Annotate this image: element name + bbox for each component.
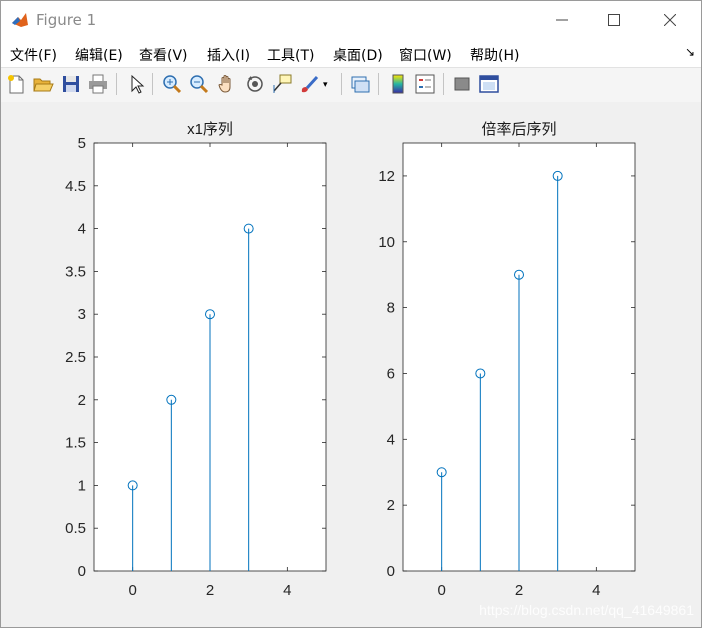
menu-insert[interactable]: 插入(I) — [207, 45, 250, 65]
figure-canvas: x1序列 0 0.5 1 1.5 2 2.5 3 3.5 4 4.5 5 0 2 4 倍率后序列 0 2 4 6 8 10… — [1, 102, 701, 627]
menu-dock-arrow-icon[interactable]: ↘ — [685, 45, 695, 59]
menu-view[interactable]: 查看(V) — [139, 45, 188, 65]
window-title: Figure 1 — [36, 11, 97, 29]
menu-window[interactable]: 窗口(W) — [399, 45, 452, 65]
new-figure-icon[interactable] — [5, 73, 27, 95]
menu-desktop[interactable]: 桌面(D) — [333, 45, 383, 65]
x-tick-label: 0 — [437, 582, 445, 599]
data-cursor-icon[interactable] — [271, 73, 293, 95]
select-arrow-icon[interactable] — [125, 73, 147, 95]
watermark: https://blog.csdn.net/qq_41649861 — [479, 602, 694, 618]
toolbar-separator — [116, 73, 117, 95]
menu-bar: 文件(F) 编辑(E) 查看(V) 插入(I) 工具(T) 桌面(D) 窗口(W… — [1, 39, 701, 67]
y-tick-label: 4 — [387, 431, 395, 448]
y-tick-label: 0.5 — [65, 520, 86, 537]
axes-2-title: 倍率后序列 — [481, 121, 556, 138]
y-tick-label: 3 — [78, 306, 86, 323]
y-tick-label: 6 — [387, 365, 395, 382]
matlab-logo-icon — [11, 11, 29, 29]
menu-tools[interactable]: 工具(T) — [267, 45, 314, 65]
pan-hand-icon[interactable] — [216, 73, 238, 95]
close-icon — [664, 14, 676, 26]
brush-icon[interactable] — [298, 73, 320, 95]
show-plot-tools-icon[interactable] — [478, 73, 500, 95]
y-tick-label: 5 — [78, 135, 86, 152]
y-tick-label: 2.5 — [65, 349, 86, 366]
y-tick-label: 12 — [378, 168, 395, 185]
x-tick-label: 4 — [283, 582, 291, 599]
colorbar-icon[interactable] — [387, 73, 409, 95]
x-tick-label: 0 — [128, 582, 136, 599]
menu-edit[interactable]: 编辑(E) — [75, 45, 123, 65]
menu-file[interactable]: 文件(F) — [10, 45, 57, 65]
plots-svg: x1序列 0 0.5 1 1.5 2 2.5 3 3.5 4 4.5 5 0 2 4 倍率后序列 0 2 4 6 8 10… — [65, 121, 636, 599]
maximize-button[interactable] — [591, 1, 637, 39]
x-tick-label: 2 — [206, 582, 214, 599]
zoom-in-icon[interactable] — [161, 73, 183, 95]
y-tick-label: 0 — [78, 563, 86, 580]
x-tick-label: 4 — [592, 582, 600, 599]
toolbar-separator — [378, 73, 379, 95]
legend-icon[interactable] — [414, 73, 436, 95]
title-bar[interactable]: Figure 1 — [1, 1, 701, 39]
toolbar-separator — [341, 73, 342, 95]
toolbar-separator — [152, 73, 153, 95]
minimize-button[interactable] — [539, 1, 585, 39]
print-icon[interactable] — [87, 73, 109, 95]
y-tick-label: 0 — [387, 563, 395, 580]
y-tick-label: 10 — [378, 234, 395, 251]
maximize-icon — [608, 14, 620, 26]
y-tick-label: 8 — [387, 300, 395, 317]
y-tick-label: 2 — [387, 497, 395, 514]
brush-dropdown-icon[interactable]: ▾ — [323, 80, 335, 102]
figure-toolbar: ▾ — [1, 67, 701, 103]
y-tick-label: 1 — [78, 477, 86, 494]
zoom-out-icon[interactable] — [188, 73, 210, 95]
x-tick-label: 2 — [515, 582, 523, 599]
rotate-3d-icon[interactable] — [244, 73, 266, 95]
link-plot-icon[interactable] — [349, 73, 371, 95]
toolbar-separator — [443, 73, 444, 95]
save-icon[interactable] — [60, 73, 82, 95]
menu-help[interactable]: 帮助(H) — [470, 45, 519, 65]
y-tick-label: 4.5 — [65, 178, 86, 195]
minimize-icon — [556, 19, 568, 21]
y-tick-label: 3.5 — [65, 263, 86, 280]
figure-window: Figure 1 文件(F) 编辑(E) 查看(V) 插入(I) 工具(T) 桌… — [0, 0, 702, 628]
open-file-icon[interactable] — [32, 73, 54, 95]
close-button[interactable] — [647, 1, 693, 39]
y-tick-label: 4 — [78, 221, 86, 238]
y-tick-label: 1.5 — [65, 435, 86, 452]
y-tick-label: 2 — [78, 392, 86, 409]
axes-1-title: x1序列 — [187, 121, 233, 138]
hide-plot-tools-icon[interactable] — [451, 73, 473, 95]
